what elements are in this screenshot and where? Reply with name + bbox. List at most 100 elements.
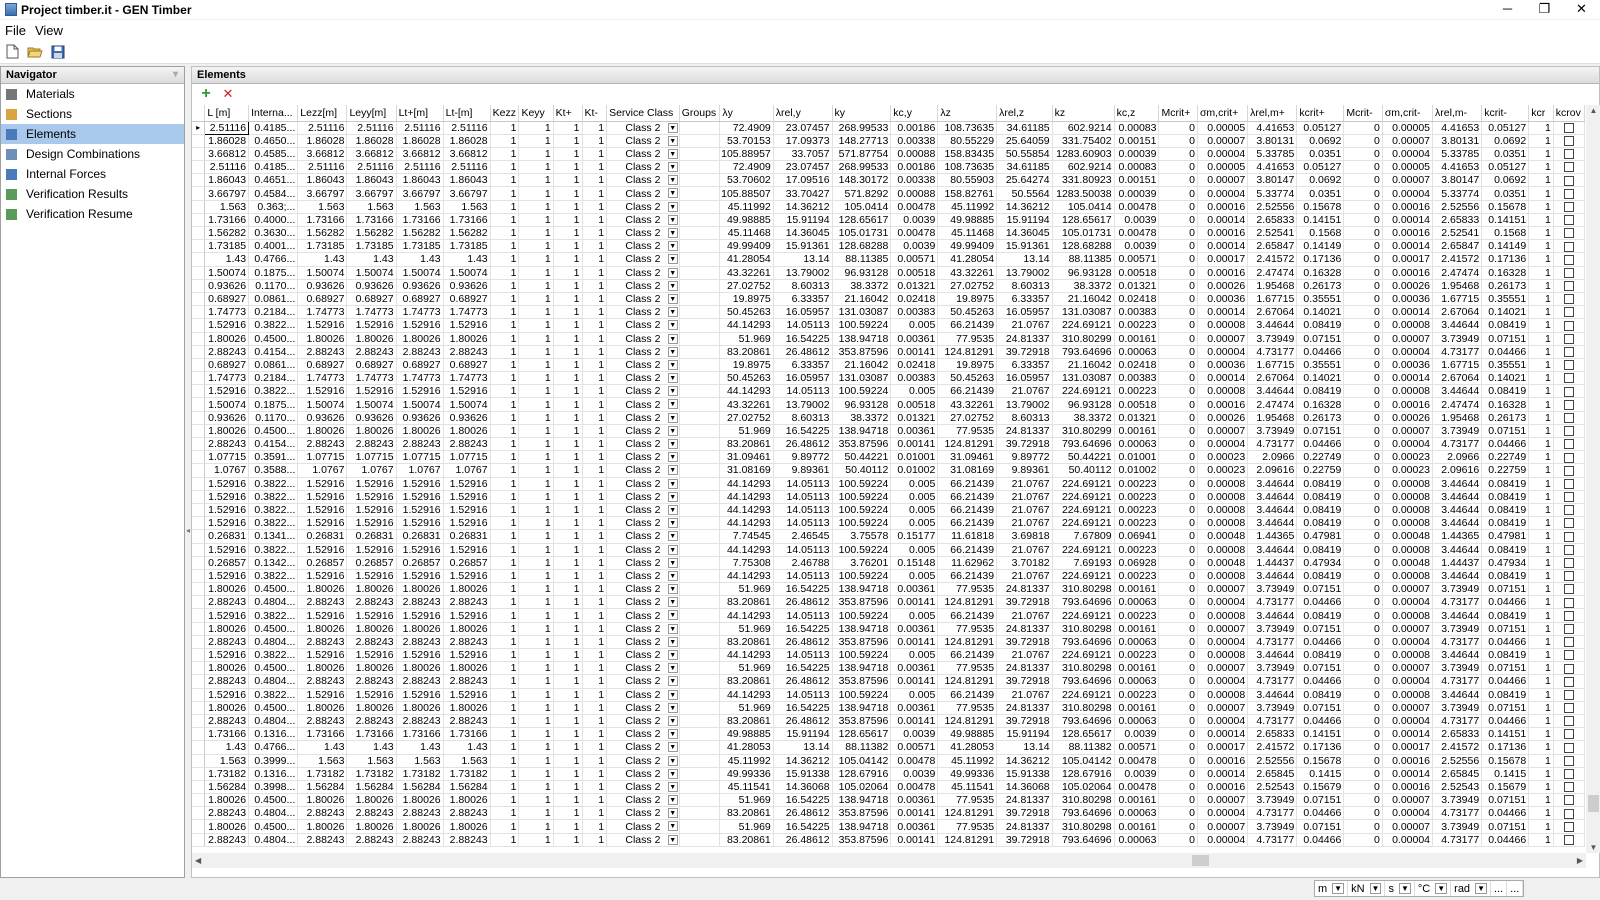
menu-file[interactable]: File <box>1 23 30 38</box>
table-cell[interactable]: 1.52916 <box>297 318 348 333</box>
table-cell[interactable]: 14.05113 <box>773 490 833 504</box>
table-cell[interactable]: 1 <box>553 516 583 531</box>
table-cell[interactable] <box>679 819 721 834</box>
table-cell[interactable]: 11.62962 <box>937 556 998 570</box>
table-cell[interactable]: 0.08419 <box>1481 569 1530 584</box>
table-cell[interactable]: 1.43 <box>443 740 491 755</box>
table-cell[interactable]: 2.88243 <box>396 714 444 729</box>
column-header[interactable]: Keyy <box>518 105 554 122</box>
table-cell[interactable]: 100.59224 <box>832 516 892 531</box>
table-cell[interactable]: 19.8975 <box>937 292 998 307</box>
table-cell[interactable]: 0.00005 <box>1197 121 1249 135</box>
table-cell[interactable]: 1.80026 <box>443 819 491 834</box>
table-cell[interactable]: 1 <box>553 727 583 742</box>
chevron-down-icon[interactable]: ▼ <box>667 504 678 515</box>
chevron-down-icon[interactable]: ▼ <box>667 597 678 608</box>
table-row[interactable]: 1.563 0.363;... 1.563 1.563 1.563 1.563 1 1 1 1 Cl… <box>192 200 1585 214</box>
table-cell[interactable]: 0 <box>1343 516 1383 531</box>
table-cell[interactable]: 14.05113 <box>773 543 833 557</box>
table-cell[interactable]: 3.44644 <box>1432 648 1483 663</box>
table-cell[interactable]: 0 <box>1158 622 1198 636</box>
table-cell[interactable]: 100.59224 <box>832 648 892 663</box>
table-cell[interactable]: 45.11992 <box>719 754 774 768</box>
table-cell[interactable]: 1.80026 <box>204 819 250 834</box>
table-cell[interactable]: 1 <box>1528 622 1554 636</box>
table-cell[interactable]: 0.00478 <box>1114 226 1160 241</box>
table-cell[interactable]: 1.52916 <box>346 608 397 623</box>
table-cell[interactable]: 0.1875... <box>248 266 299 280</box>
table-cell[interactable]: 1.52916 <box>443 490 491 504</box>
table-cell[interactable]: 1.52916 <box>346 477 397 491</box>
table-cell[interactable]: 1 <box>518 358 554 373</box>
table-cell[interactable]: 44.14293 <box>719 648 774 663</box>
table-cell[interactable]: 0.15148 <box>890 556 939 570</box>
delete-element-icon[interactable]: ✕ <box>217 85 239 103</box>
table-cell[interactable]: 1.86028 <box>443 134 491 148</box>
table-cell[interactable]: 0.00338 <box>890 134 939 148</box>
table-cell[interactable]: 1 <box>1528 358 1554 373</box>
table-cell[interactable]: 0.00007 <box>1197 582 1249 597</box>
table-cell[interactable]: 2.52543 <box>1247 780 1298 795</box>
table-cell[interactable]: 66.21439 <box>937 688 998 702</box>
row-header[interactable] <box>192 582 206 597</box>
chevron-down-icon[interactable]: ▼ <box>667 346 678 357</box>
table-row[interactable]: 1.52916 0.3822... 1.52916 1.52916 1.52916 1.5… <box>192 477 1585 491</box>
table-cell[interactable]: 310.80298 <box>1052 582 1115 597</box>
table-cell[interactable]: 1.563 <box>443 200 491 214</box>
table-cell[interactable]: 0.4500... <box>248 582 299 597</box>
table-cell[interactable]: 0.00014 <box>1197 767 1249 781</box>
kcrov-checkbox[interactable] <box>1563 729 1574 740</box>
table-cell[interactable]: 0.93626 <box>346 411 397 425</box>
table-cell[interactable]: 3.73949 <box>1432 622 1483 636</box>
table-cell[interactable]: 2.88243 <box>396 595 444 610</box>
table-cell[interactable]: 0.00004 <box>1197 674 1249 689</box>
table-cell[interactable]: 0.0692 <box>1296 173 1345 188</box>
table-cell[interactable]: 0.00014 <box>1382 371 1434 386</box>
table-cell[interactable]: 1 <box>1528 648 1554 663</box>
table-cell[interactable]: 3.73949 <box>1247 424 1298 439</box>
table-cell[interactable]: 1 <box>553 292 583 307</box>
table-cell[interactable]: 1.52916 <box>346 503 397 518</box>
table-cell[interactable]: 2.41572 <box>1432 740 1483 755</box>
table-cell[interactable]: 1.95468 <box>1432 279 1483 293</box>
table-cell[interactable]: 0.00005 <box>1197 160 1249 175</box>
table-cell[interactable]: 0.00007 <box>1382 819 1434 834</box>
column-header[interactable]: kc,y <box>890 105 939 122</box>
table-cell[interactable]: 1 <box>518 345 554 359</box>
table-cell[interactable]: 0.2184... <box>248 305 299 320</box>
table-cell[interactable]: 1.52916 <box>297 543 348 557</box>
table-cell[interactable]: 0.4804... <box>248 595 299 610</box>
table-cell[interactable]: 0.00141 <box>890 595 939 610</box>
table-cell[interactable]: 1.80026 <box>204 661 250 676</box>
table-cell[interactable]: 1.52916 <box>204 490 250 504</box>
nav-item-verification-resume[interactable]: Verification Resume <box>1 204 184 224</box>
kcrov-checkbox-cell[interactable] <box>1553 305 1585 320</box>
service-class-select[interactable]: Class 2 ▼ <box>606 437 680 452</box>
table-cell[interactable]: 2.88243 <box>443 674 491 689</box>
table-cell[interactable]: 1 <box>490 226 520 241</box>
table-cell[interactable]: 1 <box>490 292 520 307</box>
table-cell[interactable]: 1 <box>490 556 520 570</box>
table-cell[interactable]: 0.06928 <box>1114 556 1160 570</box>
table-cell[interactable]: 0.08419 <box>1481 477 1530 491</box>
table-cell[interactable]: 0.00014 <box>1382 727 1434 742</box>
table-cell[interactable]: 0.00223 <box>1114 688 1160 702</box>
table-cell[interactable]: 25.64059 <box>996 134 1053 148</box>
table-cell[interactable]: 0.4804... <box>248 635 299 650</box>
table-cell[interactable]: 1 <box>1528 819 1554 834</box>
table-cell[interactable]: 1 <box>1528 450 1554 465</box>
table-cell[interactable]: 1.67715 <box>1432 292 1483 307</box>
table-cell[interactable]: 2.88243 <box>443 437 491 452</box>
table-cell[interactable]: 1.52916 <box>443 543 491 557</box>
table-cell[interactable]: 1.74773 <box>443 371 491 386</box>
table-cell[interactable]: 3.44644 <box>1247 648 1298 663</box>
menu-view[interactable]: View <box>31 23 67 38</box>
kcrov-checkbox-cell[interactable] <box>1553 318 1585 333</box>
table-cell[interactable]: 128.67916 <box>1052 767 1115 781</box>
row-header[interactable] <box>192 661 206 676</box>
table-cell[interactable]: 0 <box>1343 305 1383 320</box>
kcrov-checkbox[interactable] <box>1563 201 1574 212</box>
table-cell[interactable]: 0.14149 <box>1481 239 1530 254</box>
table-cell[interactable]: 1 <box>582 608 608 623</box>
kcrov-checkbox[interactable] <box>1563 597 1574 608</box>
